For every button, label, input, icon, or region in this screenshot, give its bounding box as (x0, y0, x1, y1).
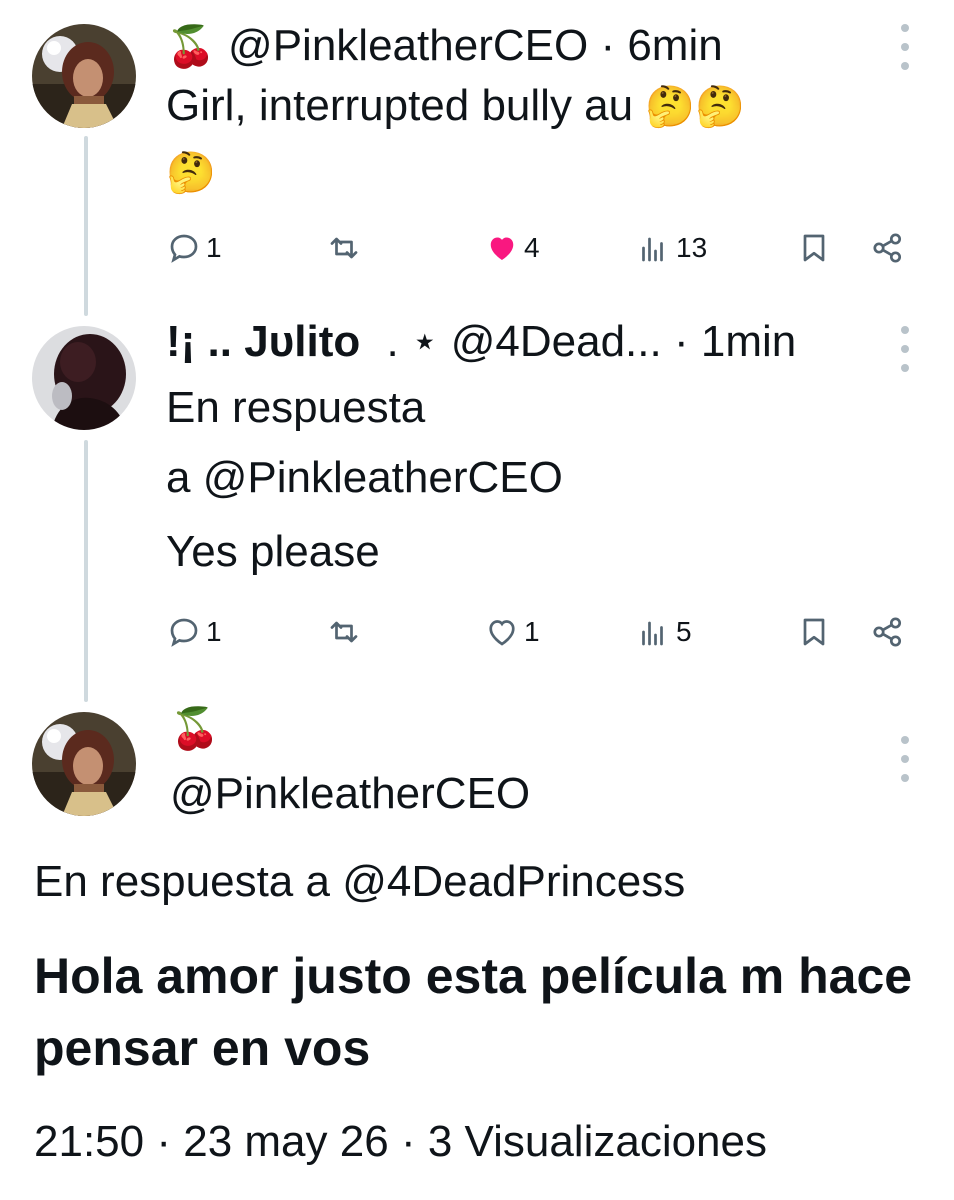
dot-icon (901, 24, 909, 32)
share-button[interactable] (870, 610, 906, 654)
share-icon (873, 617, 902, 647)
dot-icon (901, 774, 909, 782)
tweet-header: 🍒 @PinkleatherCEO · 6min (166, 20, 723, 73)
views-button[interactable]: 5 (636, 610, 692, 654)
action-bar: 1 4 13 (166, 226, 916, 270)
tweet-header: !¡ .. Jυlito . ⋆ @4Dead... · 1min (166, 316, 796, 368)
avatar-image (32, 326, 136, 430)
display-name[interactable]: !¡ .. Jυlito (166, 317, 360, 366)
user-handle[interactable]: @PinkleatherCEO (170, 768, 530, 820)
reply-icon (170, 234, 198, 263)
name-suffix: . ⋆ (386, 317, 439, 366)
bookmark-icon (803, 234, 825, 262)
view-count: 5 (676, 616, 692, 647)
avatar-image (32, 712, 136, 816)
like-count: 1 (524, 616, 540, 647)
dot-icon (901, 43, 909, 51)
tweet-meta: 21:50 · 23 may 26 · 3 Visualizaciones (34, 1116, 767, 1168)
tweet-time[interactable]: 21:50 (34, 1117, 144, 1166)
bookmark-button[interactable] (796, 226, 832, 270)
heart-icon (489, 620, 515, 646)
retweet-icon (330, 621, 358, 643)
user-handle[interactable]: @4Dead... (451, 317, 662, 366)
views-icon (642, 237, 663, 262)
heart-filled-icon (490, 237, 514, 260)
reply-button[interactable]: 1 (166, 610, 222, 654)
views-button[interactable]: 13 (636, 226, 707, 270)
retweet-button[interactable] (326, 610, 362, 654)
separator-dot: · (673, 317, 689, 366)
dot-icon (901, 755, 909, 763)
tweet-text-line2: 🤔 (166, 146, 216, 199)
retweet-button[interactable] (326, 226, 362, 270)
separator-dot: · (400, 1117, 416, 1166)
more-options-button[interactable] (895, 326, 915, 372)
view-count: 13 (676, 232, 708, 263)
separator-dot: · (600, 21, 616, 70)
thinking-face-icon: 🤔🤔 (645, 84, 745, 130)
cherries-icon: 🍒 (170, 706, 220, 752)
tweet-body: Girl, interrupted bully au (166, 81, 634, 130)
bookmark-button[interactable] (796, 610, 832, 654)
tweet-text: Girl, interrupted bully au 🤔🤔 (166, 80, 745, 133)
like-count: 4 (524, 232, 540, 263)
dot-icon (901, 345, 909, 353)
dot-icon (901, 364, 909, 372)
avatar[interactable] (32, 24, 136, 128)
dot-icon (901, 62, 909, 70)
tweet-body: Hola amor justo esta película m hace pen… (34, 948, 913, 1076)
more-options-button[interactable] (895, 24, 915, 70)
user-handle[interactable]: @PinkleatherCEO (228, 21, 588, 70)
tweet-date[interactable]: 23 may 26 (183, 1117, 388, 1166)
reply-to-label: En respuesta (166, 383, 426, 432)
action-bar: 1 1 5 (166, 610, 916, 654)
views-icon (642, 621, 663, 646)
reply-count: 1 (206, 616, 222, 647)
avatar-image (32, 24, 136, 128)
avatar[interactable] (32, 326, 136, 430)
more-options-button[interactable] (895, 736, 915, 782)
bookmark-icon (803, 618, 825, 646)
reply-count: 1 (206, 232, 222, 263)
dot-icon (901, 736, 909, 744)
like-button[interactable]: 1 (484, 610, 540, 654)
display-name: 🍒 (170, 702, 220, 755)
thread-line (84, 136, 88, 316)
thread-line (84, 440, 88, 702)
cherries-icon: 🍒 (166, 24, 216, 70)
dot-icon (901, 326, 909, 334)
retweet-icon (330, 237, 358, 259)
share-button[interactable] (870, 226, 906, 270)
share-icon (873, 233, 902, 263)
avatar[interactable] (32, 712, 136, 816)
thinking-face-icon: 🤔 (166, 150, 216, 196)
timestamp[interactable]: 1min (701, 317, 796, 366)
view-count-label[interactable]: 3 Visualizaciones (428, 1117, 767, 1166)
tweet-body: Yes please (166, 527, 380, 576)
like-button[interactable]: 4 (484, 226, 540, 270)
reply-icon (170, 618, 198, 647)
timestamp[interactable]: 6min (627, 21, 722, 70)
separator-dot: · (156, 1117, 171, 1166)
reply-button[interactable]: 1 (166, 226, 222, 270)
reply-to-handle[interactable]: a @PinkleatherCEO (166, 452, 563, 504)
reply-to-label[interactable]: En respuesta a @4DeadPrincess (34, 856, 685, 908)
